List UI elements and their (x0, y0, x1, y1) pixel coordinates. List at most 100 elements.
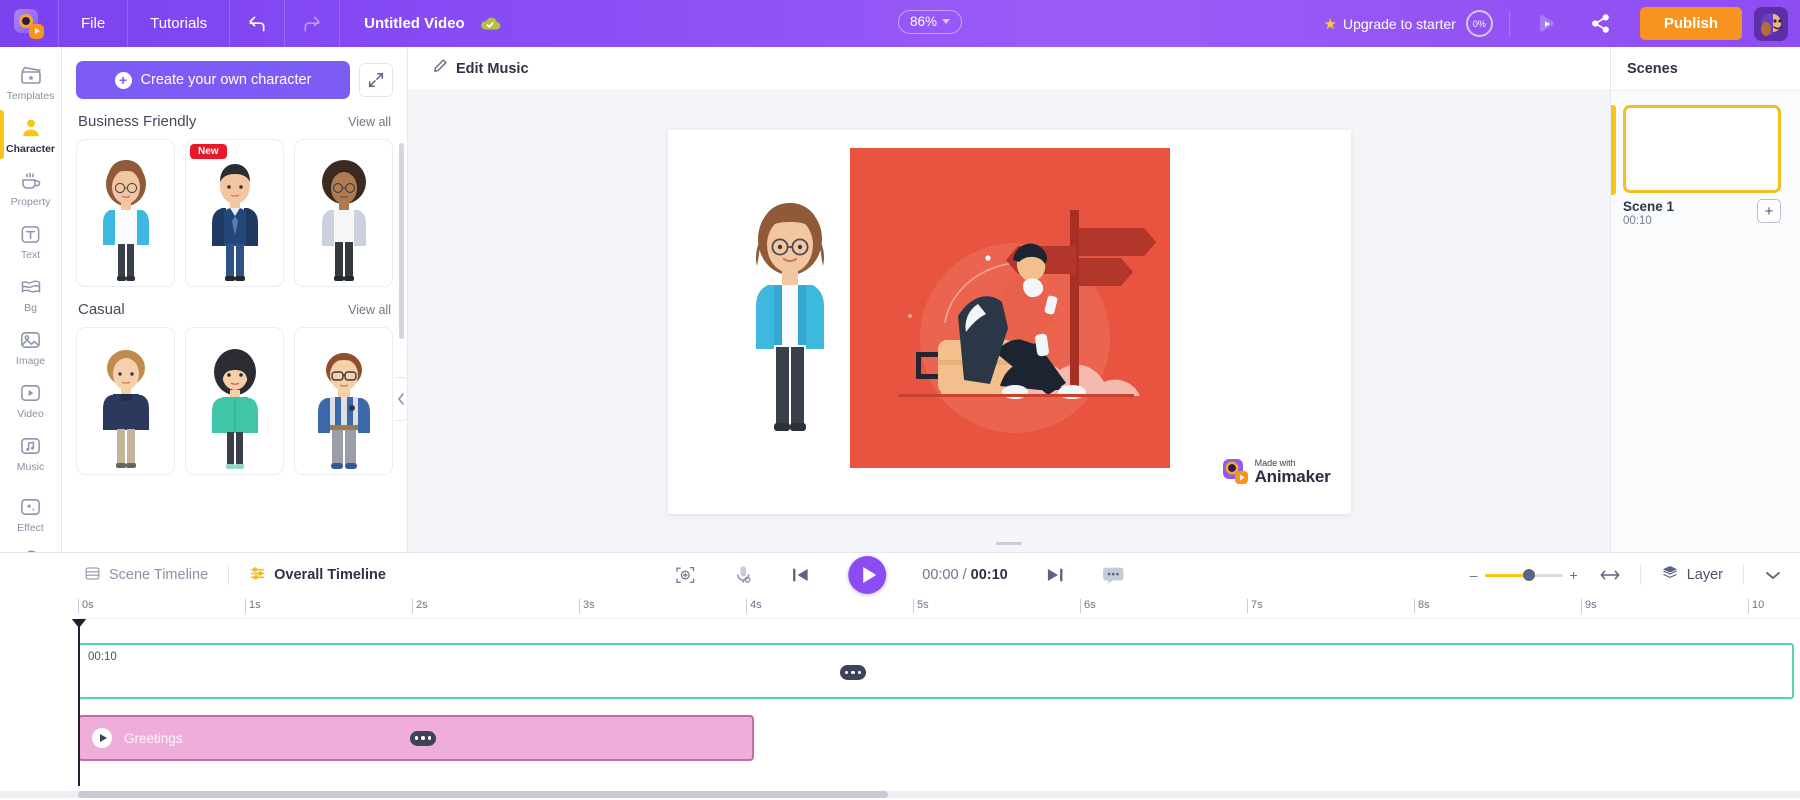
zoom-out-button[interactable]: – (1470, 567, 1478, 583)
sidebar-item-effect[interactable]: Effect (0, 487, 62, 540)
video-canvas[interactable]: Made with Animaker (668, 130, 1351, 514)
music-clip-greetings[interactable]: Greetings (78, 715, 754, 761)
canvas-illustration-traveler[interactable] (850, 148, 1170, 468)
slider-track[interactable] (1485, 574, 1563, 577)
sidebar-item-character[interactable]: Character (0, 108, 62, 161)
collapse-panel-icon[interactable] (394, 377, 408, 421)
section-header-business: Business Friendly View all (78, 113, 391, 130)
undo-icon[interactable] (230, 0, 284, 47)
scenes-panel: Scenes Scene 1 00:10 + (1610, 47, 1800, 552)
preview-play-icon[interactable] (1520, 0, 1574, 47)
canvas-character-woman[interactable] (730, 195, 850, 455)
animaker-logo-icon[interactable] (0, 0, 58, 47)
clip-play-icon[interactable] (92, 728, 112, 748)
sidebar-item-property[interactable]: Property (0, 161, 62, 214)
plus-icon: + (115, 72, 132, 89)
character-business-man-suit[interactable]: New (185, 139, 284, 287)
usage-progress-badge[interactable]: 0% (1466, 10, 1493, 37)
app-header: File Tutorials Untitled Video 86% ★ Upgr… (0, 0, 1800, 47)
star-icon: ★ (1324, 15, 1337, 33)
background-icon (18, 275, 44, 299)
total-time: 00:10 (971, 567, 1008, 583)
timeline-ruler[interactable]: 0s 1s 2s 3s 4s 5s 6s 7s 8s 9s 10 (78, 597, 1800, 619)
sidebar-item-music[interactable]: Music (0, 426, 62, 479)
file-menu[interactable]: File (59, 0, 127, 47)
subtitle-icon[interactable] (1102, 564, 1126, 586)
timeline-zoom-slider[interactable]: – + (1470, 567, 1578, 583)
publish-button[interactable]: Publish (1640, 7, 1742, 40)
animaker-logo-icon (1223, 459, 1249, 485)
sidebar-item-image[interactable]: Image (0, 320, 62, 373)
view-all-casual[interactable]: View all (348, 303, 391, 317)
jump-start-icon[interactable] (790, 565, 812, 585)
fit-width-icon[interactable] (1600, 568, 1620, 582)
section-header-casual: Casual View all (78, 301, 391, 318)
jump-end-icon[interactable] (1044, 565, 1066, 585)
clip-menu-icon[interactable] (840, 665, 866, 680)
timeline-scrollbar-thumb[interactable] (78, 791, 888, 798)
zoom-in-button[interactable]: + (1570, 567, 1578, 583)
sidebar-item-video[interactable]: Video (0, 373, 62, 426)
chevron-down-icon[interactable] (1764, 569, 1782, 581)
track-area: 00:10 Greetings (78, 619, 1800, 800)
character-casual-woman-teal[interactable] (185, 327, 284, 475)
clip-menu-icon[interactable] (410, 731, 436, 746)
play-button[interactable] (848, 556, 886, 594)
expand-icon[interactable] (359, 63, 393, 97)
fit-to-screen-icon[interactable] (674, 564, 696, 586)
current-time: 00:00 (922, 567, 958, 583)
divider (1640, 565, 1641, 585)
library-scrollbar[interactable] (399, 143, 404, 339)
share-icon[interactable] (1574, 0, 1628, 47)
left-toolbar: Templates Character Property Text (0, 47, 62, 552)
character-business-woman-curly[interactable] (294, 139, 393, 287)
character-casual-man-hoodie[interactable] (76, 327, 175, 475)
effect-icon (18, 495, 44, 519)
templates-icon (18, 63, 44, 87)
view-all-business[interactable]: View all (348, 115, 391, 129)
sidebar-item-text[interactable]: Text (0, 214, 62, 267)
divider (228, 565, 229, 585)
project-title[interactable]: Untitled Video (340, 15, 479, 32)
microphone-icon[interactable] (732, 564, 754, 586)
scene-clip[interactable]: 00:10 (78, 643, 1794, 699)
scene-thumbnail-1[interactable] (1623, 105, 1781, 193)
canvas-zoom-selector[interactable]: 86% (898, 10, 962, 34)
slider-knob[interactable] (1523, 569, 1535, 581)
stage-title: Edit Music (456, 61, 529, 77)
overall-timeline-icon (249, 565, 266, 586)
stage-resize-handle[interactable] (996, 542, 1022, 545)
playback-controls: 00:00 / 00:10 (674, 556, 1125, 594)
scene-active-indicator (1611, 105, 1616, 195)
user-avatar[interactable] (1754, 7, 1788, 41)
stage-panel: Edit Music (408, 47, 1610, 552)
create-own-character-button[interactable]: + Create your own character (76, 61, 350, 99)
header-right-group: ★ Upgrade to starter 0% Publish (1324, 0, 1800, 47)
character-row-casual (76, 327, 393, 475)
character-row-business: New (76, 139, 393, 287)
character-casual-man-denim[interactable] (294, 327, 393, 475)
sidebar-item-label: Templates (7, 90, 55, 102)
stage-canvas-area: Made with Animaker (408, 91, 1610, 552)
chevron-down-icon (942, 19, 950, 24)
scenes-list: Scene 1 00:10 + (1611, 91, 1800, 552)
character-business-woman-glasses[interactable] (76, 139, 175, 287)
sidebar-item-bg[interactable]: Bg (0, 267, 62, 320)
music-icon (18, 434, 44, 458)
scene-duration: 00:10 (1623, 215, 1674, 227)
animaker-editor: File Tutorials Untitled Video 86% ★ Upgr… (0, 0, 1800, 800)
tab-scene-timeline[interactable]: Scene Timeline (84, 565, 208, 586)
upgrade-button[interactable]: ★ Upgrade to starter (1324, 15, 1466, 33)
sidebar-item-templates[interactable]: Templates (0, 55, 62, 108)
tutorials-menu[interactable]: Tutorials (128, 0, 229, 47)
tab-overall-timeline[interactable]: Overall Timeline (249, 565, 386, 586)
library-scroll-area[interactable]: Business Friendly View all (62, 99, 407, 552)
playhead[interactable] (78, 619, 80, 786)
cloud-saved-icon (479, 13, 501, 35)
watermark-brand: Animaker (1255, 468, 1331, 486)
redo-icon[interactable] (285, 0, 339, 47)
layer-button[interactable]: Layer (1661, 564, 1723, 586)
ruler-tick: 0s (78, 599, 94, 613)
create-own-character-label: Create your own character (141, 72, 312, 88)
add-scene-button[interactable]: + (1757, 199, 1781, 223)
